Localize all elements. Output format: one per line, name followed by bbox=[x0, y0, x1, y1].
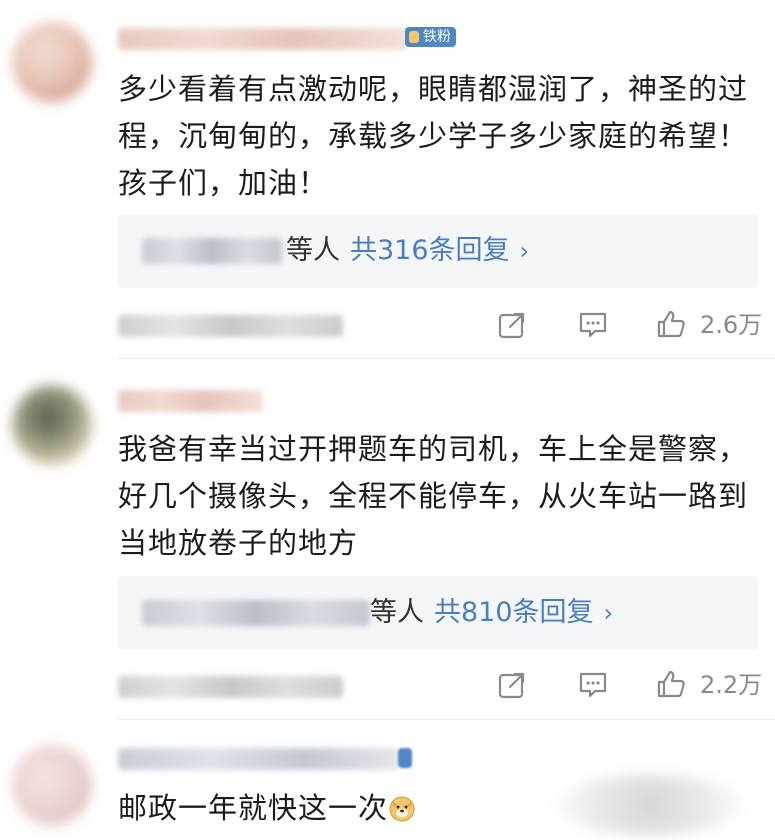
comment-icon[interactable] bbox=[577, 309, 609, 341]
share-icon[interactable] bbox=[496, 309, 528, 341]
like-count: 2.6万 bbox=[700, 311, 763, 339]
username-blurred[interactable] bbox=[118, 390, 263, 412]
reply-users-suffix: 等人 bbox=[286, 235, 340, 266]
doge-emoji-icon bbox=[389, 796, 415, 822]
reply-count-link[interactable]: 共316条回复 › bbox=[350, 232, 529, 270]
timestamp-blurred bbox=[118, 315, 343, 337]
badge-icon bbox=[409, 31, 419, 43]
reply-users-blurred bbox=[142, 600, 370, 626]
reply-users-blurred bbox=[142, 238, 282, 264]
divider bbox=[118, 719, 775, 720]
username-blurred[interactable] bbox=[118, 28, 408, 50]
fan-badge: 铁粉 bbox=[405, 27, 456, 47]
avatar[interactable] bbox=[12, 385, 92, 465]
fan-badge-label: 铁粉 bbox=[423, 29, 451, 45]
like-icon[interactable] bbox=[655, 668, 687, 700]
comment-text-content: 邮政一年就快这一次 bbox=[118, 791, 389, 825]
reply-count-text: 共810条回复 bbox=[434, 597, 594, 628]
reply-count-link[interactable]: 共810条回复 › bbox=[434, 594, 613, 632]
comment-text: 多少看着有点激动呢，眼睛都湿润了，神圣的过程，沉甸甸的，承载多少学子多少家庭的希… bbox=[118, 72, 749, 200]
divider bbox=[118, 358, 775, 359]
share-icon[interactable] bbox=[496, 669, 528, 701]
username-blurred[interactable] bbox=[118, 748, 398, 770]
like-count: 2.2万 bbox=[700, 671, 763, 699]
like-icon[interactable] bbox=[655, 308, 687, 340]
chevron-right-icon: › bbox=[603, 599, 614, 627]
avatar[interactable] bbox=[12, 745, 92, 825]
blurred-sticker bbox=[555, 775, 745, 835]
reply-summary[interactable]: 等人 共316条回复 › bbox=[118, 214, 758, 288]
timestamp-blurred bbox=[118, 676, 343, 698]
reply-summary[interactable]: 等人 共810条回复 › bbox=[118, 576, 758, 650]
comment-text: 我爸有幸当过开押题车的司机，车上全是警察，好几个摄像头，全程不能停车，从火车站一… bbox=[118, 432, 749, 560]
avatar[interactable] bbox=[12, 22, 92, 102]
reply-count-text: 共316条回复 bbox=[350, 235, 510, 266]
comment-icon[interactable] bbox=[577, 669, 609, 701]
chevron-right-icon: › bbox=[519, 237, 530, 265]
fan-badge bbox=[398, 748, 412, 768]
reply-users-suffix: 等人 bbox=[370, 597, 424, 628]
